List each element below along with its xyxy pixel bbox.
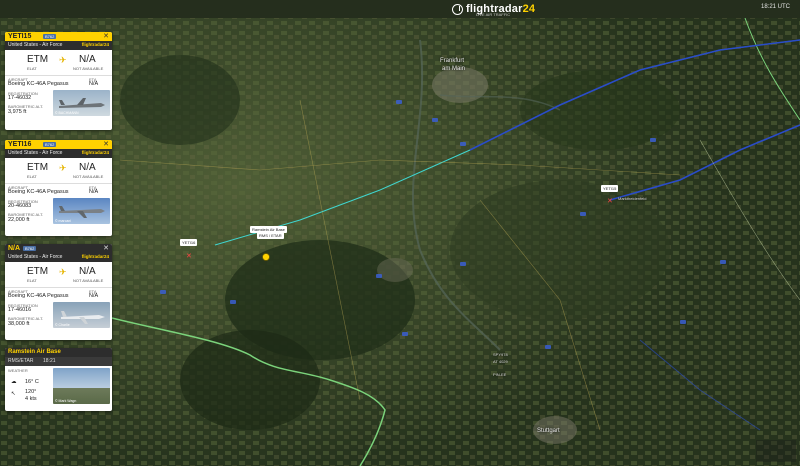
flight-card-yeti15[interactable]: YETI15 B762 ✕ United States - Air Force …: [5, 32, 112, 130]
airbase-photo[interactable]: © Mark Wagn: [53, 368, 110, 404]
aircraft-value: Boeing KC-46A Pegasus: [8, 293, 69, 299]
airbase-code: RMS/ETAR: [8, 358, 34, 364]
wind-direction: 120°: [25, 389, 37, 395]
aircraft-marker-yeti15[interactable]: ✕: [607, 198, 613, 205]
origin-code[interactable]: ETM: [27, 266, 48, 277]
photo-credit: © Mark Wagn: [55, 399, 77, 403]
airline-name: United States - Air Force: [8, 42, 63, 48]
aircraft-marker-yeti16[interactable]: ✕: [186, 253, 192, 260]
wind-icon: ↖: [11, 391, 16, 397]
aircraft-value: Boeing KC-46A Pegasus: [8, 189, 69, 195]
top-bar: flightradar24 LIVE AIR TRAFFIC 18:21 UTC: [0, 0, 800, 18]
altitude-value: 38,000 ft: [8, 321, 30, 327]
destination-code[interactable]: N/A: [79, 54, 96, 65]
airbase-local-time: 18:21: [43, 358, 56, 364]
aircraft-type-badge: B762: [43, 142, 57, 147]
aircraft-label-pinee[interactable]: PIN-EE: [493, 372, 506, 377]
aircraft-label-spy978[interactable]: SPY978: [493, 352, 508, 357]
airline-name: United States - Air Force: [8, 254, 63, 260]
aircraft-photo[interactable]: © BACHMANN: [53, 90, 110, 116]
origin-code[interactable]: ETM: [27, 162, 48, 173]
aircraft-label-yeti16[interactable]: YETI16: [180, 239, 198, 246]
weather-label: WEATHER: [8, 368, 28, 373]
map-attribution: [756, 440, 796, 462]
origin-sub: ELAT: [27, 66, 37, 71]
destination-sub: NOT AVAILABLE: [73, 278, 104, 283]
photo-credit: © BACHMANN: [55, 111, 79, 115]
aircraft-photo[interactable]: © marcani: [53, 198, 110, 224]
origin-sub: ELAT: [27, 174, 37, 179]
town-label: Marktheidenfeld: [618, 196, 647, 201]
registration-value: 20-46083: [8, 203, 32, 209]
altitude-value: 3,975 ft: [8, 109, 27, 115]
airport-code-label: RMS / ETAR: [257, 232, 284, 239]
destination-sub: NOT AVAILABLE: [73, 66, 104, 71]
fr24-badge: flightradar24: [81, 42, 109, 47]
registration-value: 17-46016: [8, 307, 32, 313]
logo-number: 24: [522, 3, 536, 15]
city-label-stuttgart: Stuttgart: [537, 428, 560, 434]
flight-callsign: N/A: [8, 245, 21, 252]
flight-card-yeti16[interactable]: YETI16 B762 ✕ United States - Air Force …: [5, 140, 112, 236]
radar-icon: [452, 3, 463, 15]
svg-text:✕: ✕: [186, 253, 192, 260]
aircraft-photo[interactable]: © Charlie: [53, 302, 110, 328]
airline-name: United States - Air Force: [8, 150, 63, 156]
destination-code[interactable]: N/A: [79, 266, 96, 277]
weather-cloud-icon: ☁: [11, 379, 17, 385]
flight-callsign: YETI15: [8, 33, 32, 40]
wind-speed: 4 kts: [25, 396, 37, 402]
airbase-card-ramstein[interactable]: Ramstein Air Base RMS/ETAR 18:21 WEATHER…: [5, 348, 112, 411]
origin-sub: ELAT: [27, 278, 37, 283]
origin-code[interactable]: ETM: [27, 54, 48, 65]
destination-code[interactable]: N/A: [79, 162, 96, 173]
city-label-frankfurt: Frankfurt: [440, 58, 465, 64]
fr24-badge: flightradar24: [81, 254, 109, 259]
plane-icon: ✈: [59, 163, 67, 173]
fr24-badge: flightradar24: [81, 150, 109, 155]
destination-sub: NOT AVAILABLE: [73, 174, 104, 179]
aircraft-label-at4029[interactable]: AT 4029: [493, 359, 508, 364]
eta-value: N/A: [89, 81, 99, 87]
city-label-frankfurt-sub: am Main: [442, 66, 466, 72]
photo-credit: © marcani: [55, 219, 71, 223]
airbase-name: Ramstein Air Base: [8, 349, 61, 355]
altitude-value: 22,000 ft: [8, 217, 30, 223]
registration-value: 17-46032: [8, 95, 32, 101]
airport-marker-ramstein[interactable]: [262, 253, 270, 261]
utc-clock: 18:21 UTC: [760, 4, 790, 10]
aircraft-type-badge: B762: [23, 246, 37, 251]
logo-subtitle: LIVE AIR TRAFFIC: [476, 12, 511, 17]
aircraft-type-badge: B762: [43, 34, 57, 39]
flight-callsign: YETI16: [8, 141, 32, 148]
aircraft-label-yeti15[interactable]: YETI15: [601, 185, 619, 192]
close-icon[interactable]: ✕: [103, 244, 109, 252]
close-icon[interactable]: ✕: [103, 140, 109, 148]
eta-value: N/A: [89, 189, 99, 195]
plane-icon: ✈: [59, 267, 67, 277]
eta-value: N/A: [89, 293, 99, 299]
satellite-map[interactable]: ✕ ✕: [0, 0, 800, 466]
plane-icon: ✈: [59, 55, 67, 65]
close-icon[interactable]: ✕: [103, 32, 109, 40]
aircraft-value: Boeing KC-46A Pegasus: [8, 81, 69, 87]
flight-card-na[interactable]: N/A B762 ✕ United States - Air Force fli…: [5, 244, 112, 340]
photo-credit: © Charlie: [55, 323, 70, 327]
temperature-value: 16° C: [25, 379, 39, 385]
svg-text:✕: ✕: [607, 198, 613, 205]
